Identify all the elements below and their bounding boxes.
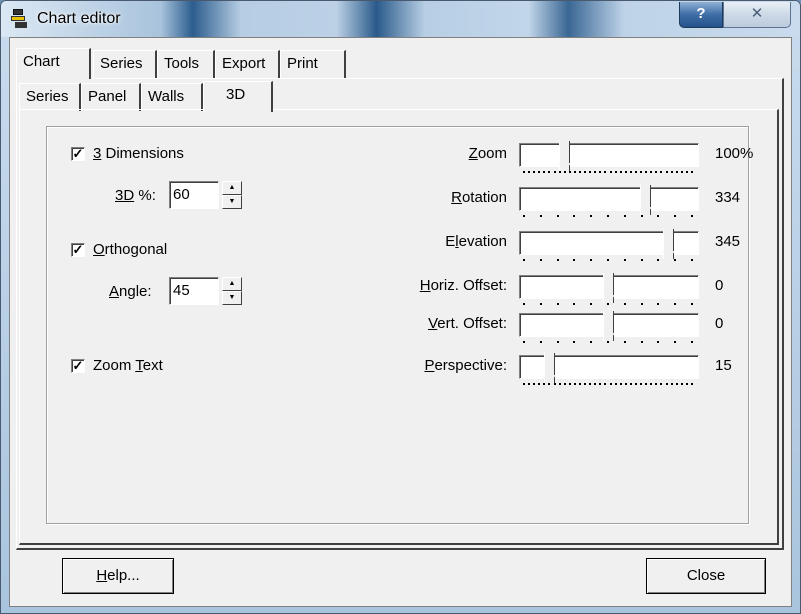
close-window-button[interactable]: ✕ [723,2,791,28]
zoom-text-label[interactable]: Zoom Text [93,357,163,374]
elevation-value: 345 [715,233,741,250]
perspective-slider-thumb[interactable] [544,353,556,383]
help-title-button[interactable]: ? [679,2,723,28]
angle-input[interactable]: 45 [169,277,219,305]
subtab-walls[interactable]: Walls [141,83,203,111]
tab-chart[interactable]: Chart [16,48,91,79]
rotation-slider-thumb[interactable] [640,185,652,215]
spin-down-icon[interactable]: ▼ [222,291,242,305]
rotation-value: 334 [715,189,741,206]
horiz-offset-slider-ticks [523,303,693,307]
zoom-slider-thumb[interactable] [559,141,571,171]
three-d-percent-label: 3D %: [115,187,156,204]
horiz-offset-label: Horiz. Offset: [419,277,507,294]
3d-tab-page: ✓ 3 Dimensions 3D %: 60 ▲ ▼ ✓ Orthogonal … [19,109,779,545]
dialog-client: Chart Series Tools Export Print Series P… [9,37,792,607]
chart-tab-page: Series Panel Walls 3D ✓ 3 Dimensions 3D … [16,78,784,550]
three-d-percent-input[interactable]: 60 [169,181,219,209]
angle-spinner[interactable]: ▲ ▼ [222,277,242,305]
chart-editor-window: Chart editor ? ✕ Chart Series Tools Expo… [0,0,801,614]
spin-down-icon[interactable]: ▼ [222,195,242,209]
zoom-slider-ticks [523,171,693,175]
subtab-panel[interactable]: Panel [81,83,141,111]
zoom-label: Zoom [468,145,507,162]
tab-print[interactable]: Print [280,50,346,78]
perspective-value: 15 [715,357,732,374]
close-button[interactable]: Close [646,558,766,594]
tab-export[interactable]: Export [215,50,280,78]
vert-offset-slider-thumb[interactable] [603,311,615,341]
rotation-label: Rotation [451,189,507,206]
horiz-offset-slider-thumb[interactable] [603,273,615,303]
vert-offset-slider-ticks [523,341,693,345]
subtab-3d[interactable]: 3D [203,81,273,112]
zoom-slider[interactable] [519,143,699,167]
tab-series[interactable]: Series [93,50,157,78]
spin-up-icon[interactable]: ▲ [222,277,242,291]
app-icon [11,9,29,29]
title-bar[interactable]: Chart editor ? ✕ [1,1,800,37]
help-button[interactable]: Help... [62,558,174,594]
3d-settings-group: ✓ 3 Dimensions 3D %: 60 ▲ ▼ ✓ Orthogonal … [46,126,753,524]
perspective-label: Perspective: [424,357,507,374]
three-dimensions-checkbox[interactable]: ✓ [71,147,85,161]
vert-offset-value: 0 [715,315,724,332]
orthogonal-label[interactable]: Orthogonal [93,241,167,258]
elevation-label: Elevation [445,233,507,250]
subtab-series[interactable]: Series [19,83,81,111]
rotation-slider[interactable] [519,187,699,211]
zoom-value: 100% [715,145,754,162]
horiz-offset-value: 0 [715,277,724,294]
rotation-slider-ticks [523,215,693,219]
vert-offset-label: Vert. Offset: [428,315,507,332]
spin-up-icon[interactable]: ▲ [222,181,242,195]
three-d-percent-spinner[interactable]: ▲ ▼ [222,181,242,209]
zoom-text-checkbox[interactable]: ✓ [71,359,85,373]
three-dimensions-label[interactable]: 3 Dimensions [93,145,184,162]
orthogonal-checkbox[interactable]: ✓ [71,243,85,257]
elevation-slider-ticks [523,259,693,263]
perspective-slider-ticks [523,383,693,387]
tab-tools[interactable]: Tools [157,50,215,78]
angle-label: Angle: [109,283,152,300]
window-title: Chart editor [37,10,121,27]
elevation-slider-thumb[interactable] [663,229,675,259]
